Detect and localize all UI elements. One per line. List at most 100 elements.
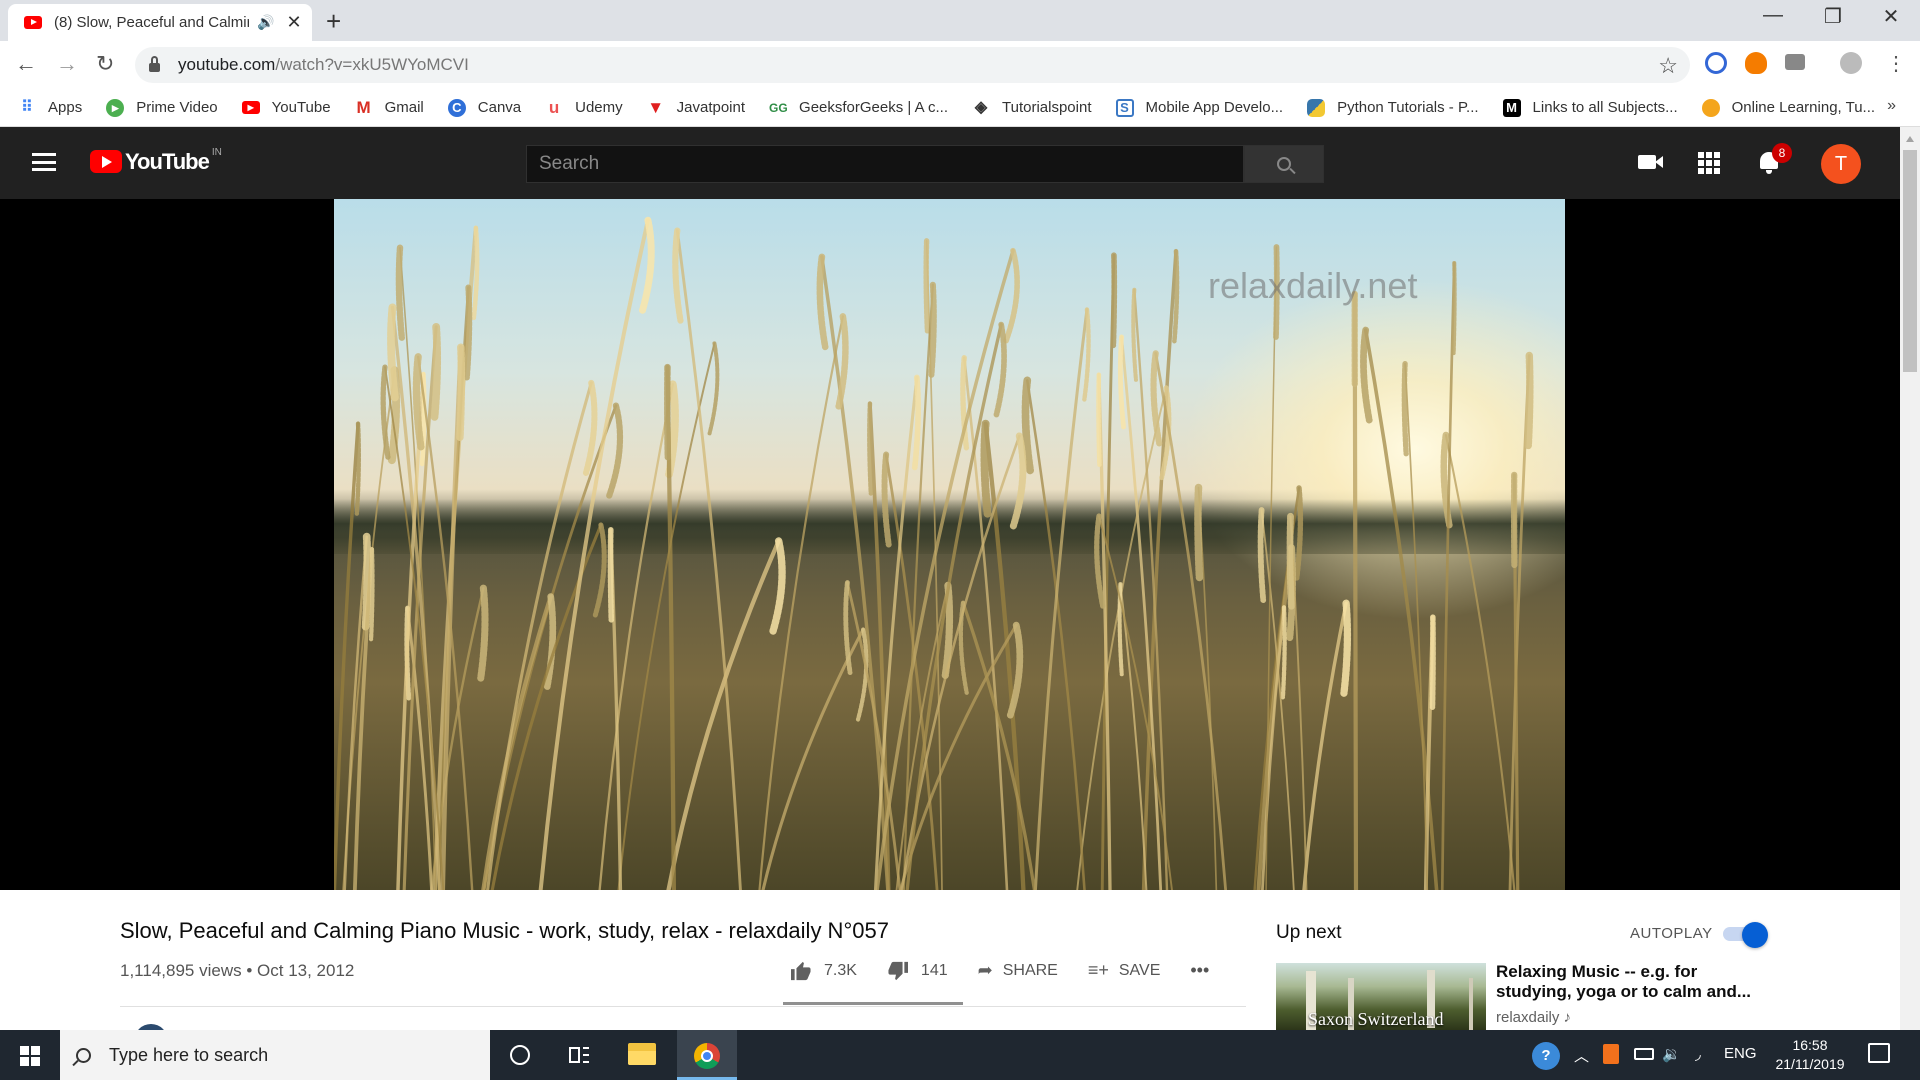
youtube-masthead: YouTube IN Search 8 T [0, 127, 1900, 199]
grass-stalk [1302, 601, 1348, 890]
tray-overflow-icon[interactable]: ︿ [1574, 1045, 1589, 1066]
volume-icon[interactable]: 🔉 [1662, 1045, 1681, 1063]
scroll-up-arrow-icon[interactable] [1906, 136, 1914, 142]
bookmark-links-subjects[interactable]: M Links to all Subjects... [1502, 98, 1678, 117]
grass-seed-head [1096, 372, 1102, 467]
autoplay-toggle-knob[interactable] [1742, 922, 1768, 948]
save-button[interactable]: ≡+ SAVE [1088, 960, 1161, 981]
taskbar-search-input[interactable]: Type here to search [60, 1030, 490, 1080]
youtube-favicon-icon [24, 16, 42, 29]
grass-seed-head [354, 421, 361, 516]
apps-icon[interactable] [1698, 152, 1720, 174]
speaker-icon[interactable]: 🔊 [257, 14, 274, 31]
bookmark-javatpoint[interactable]: ▼ Javatpoint [647, 97, 745, 117]
udemy-icon: u [548, 97, 560, 117]
share-button[interactable]: ➦ SHARE [978, 960, 1058, 981]
bookmark-prime-video[interactable]: ▸ Prime Video [106, 98, 218, 117]
scrollbar-thumb[interactable] [1903, 150, 1917, 372]
share-label: SHARE [1002, 961, 1058, 979]
grass-seed-head [1524, 351, 1534, 450]
grass-stalk [538, 218, 650, 890]
youtube-play-icon [90, 150, 122, 173]
windows-start-icon[interactable] [20, 1046, 40, 1066]
grass-seed-head [1006, 621, 1024, 719]
python-icon [1307, 98, 1326, 117]
battery-icon[interactable] [1634, 1048, 1654, 1060]
grass-stalk [598, 383, 674, 890]
restore-button[interactable]: ❐ [1804, 4, 1862, 29]
bookmark-canva[interactable]: C Canva [447, 98, 521, 117]
hamburger-menu-icon[interactable] [32, 153, 56, 171]
profile-icon[interactable] [1840, 52, 1862, 74]
grass-stalk [1440, 261, 1456, 890]
grass-seed-head [1451, 260, 1457, 356]
video-actions: 7.3K 141 ➦ SHARE ≡+ SAVE ••• [790, 960, 1239, 981]
cortana-icon[interactable] [510, 1045, 530, 1065]
file-explorer-icon[interactable] [628, 1043, 656, 1065]
grass-stalk [1141, 249, 1178, 890]
wifi-icon[interactable]: ◞ [1695, 1045, 1701, 1063]
fire-extension-icon[interactable] [1745, 52, 1767, 74]
bookmark-tutorialspoint[interactable]: ◈ Tutorialspoint [972, 99, 1092, 117]
like-count: 7.3K [824, 961, 857, 979]
block-extension-icon[interactable] [1705, 52, 1727, 74]
upload-date: Oct 13, 2012 [257, 961, 355, 980]
language-indicator[interactable]: ENG [1724, 1045, 1757, 1062]
bookmark-udemy[interactable]: u Udemy [545, 97, 623, 117]
video-player[interactable]: relaxdaily.net [334, 199, 1565, 890]
next-video-thumbnail[interactable]: Saxon Switzerland [1276, 963, 1486, 1030]
action-center-icon[interactable] [1868, 1043, 1890, 1063]
bookmark-mobile-app[interactable]: S Mobile App Develo... [1115, 98, 1283, 117]
playlist-add-icon: ≡+ [1087, 960, 1109, 980]
bookmarks-overflow-button[interactable]: » [1887, 97, 1896, 115]
bookmark-python[interactable]: Python Tutorials - P... [1307, 98, 1479, 117]
task-view-icon[interactable] [569, 1045, 591, 1065]
search-placeholder: Search [539, 153, 600, 174]
chrome-menu-icon[interactable]: ⋮ [1886, 51, 1906, 76]
tab-close-icon[interactable]: ✕ [286, 12, 301, 33]
grass-seed-head [1429, 614, 1436, 710]
grass-seed-head [1131, 287, 1139, 382]
system-clock[interactable]: 16:58 21/11/2019 [1770, 1036, 1850, 1074]
bookmark-star-icon[interactable]: ☆ [1658, 53, 1678, 79]
grass-seed-head [1401, 360, 1409, 457]
tutorialspoint-icon: ◈ [974, 98, 988, 116]
grass-seed-head [387, 303, 399, 402]
new-tab-button[interactable]: + [326, 6, 341, 37]
search-input[interactable]: Search [526, 145, 1244, 183]
grass-stalk [666, 538, 781, 890]
grass-stalk [758, 315, 844, 890]
bookmark-online-learning[interactable]: Online Learning, Tu... [1701, 98, 1875, 117]
taskbar-search-placeholder: Type here to search [109, 1044, 269, 1065]
address-bar[interactable]: youtube.com/watch?v=xkU5WYoMCVI ☆ [135, 47, 1690, 83]
create-video-icon[interactable] [1638, 155, 1663, 169]
mobile-app-icon: S [1115, 98, 1134, 117]
help-icon[interactable]: ? [1532, 1042, 1560, 1070]
browser-tab[interactable]: (8) Slow, Peaceful and Calmir 🔊 ✕ [8, 4, 312, 41]
lock-icon[interactable] [149, 56, 160, 72]
bookmark-gmail[interactable]: M Gmail [355, 97, 424, 117]
javatpoint-icon: ▼ [647, 97, 665, 117]
like-button[interactable]: 7.3K [790, 961, 857, 981]
tray-app-icon[interactable] [1603, 1044, 1619, 1064]
grass-stalk [900, 434, 1021, 890]
bookmark-geeksforgeeks[interactable]: GG GeeksforGeeks | A c... [769, 99, 948, 117]
reload-button[interactable]: ↻ [96, 51, 114, 77]
more-actions-button[interactable]: ••• [1190, 960, 1209, 981]
account-avatar[interactable]: T [1821, 144, 1861, 184]
close-window-button[interactable]: ✕ [1862, 4, 1920, 29]
gmail-icon: M [356, 97, 371, 117]
grass-seed-head [412, 353, 425, 451]
search-button[interactable] [1244, 145, 1324, 183]
video-watermark: relaxdaily.net [1208, 265, 1418, 306]
dislike-button[interactable]: 141 [887, 961, 948, 981]
bookmark-youtube[interactable]: ▶ YouTube [241, 99, 331, 116]
camera-extension-icon[interactable] [1785, 54, 1805, 70]
bookmark-apps[interactable]: ⠿ Apps [18, 99, 82, 117]
back-button[interactable]: ← [15, 51, 37, 77]
next-video-title[interactable]: Relaxing Music -- e.g. for studying, yog… [1496, 962, 1756, 1002]
minimize-button[interactable]: — [1744, 4, 1802, 27]
forward-button[interactable]: → [56, 51, 78, 77]
next-video-channel[interactable]: relaxdaily ♪ [1496, 1009, 1571, 1026]
youtube-logo[interactable]: YouTube IN [90, 147, 222, 174]
